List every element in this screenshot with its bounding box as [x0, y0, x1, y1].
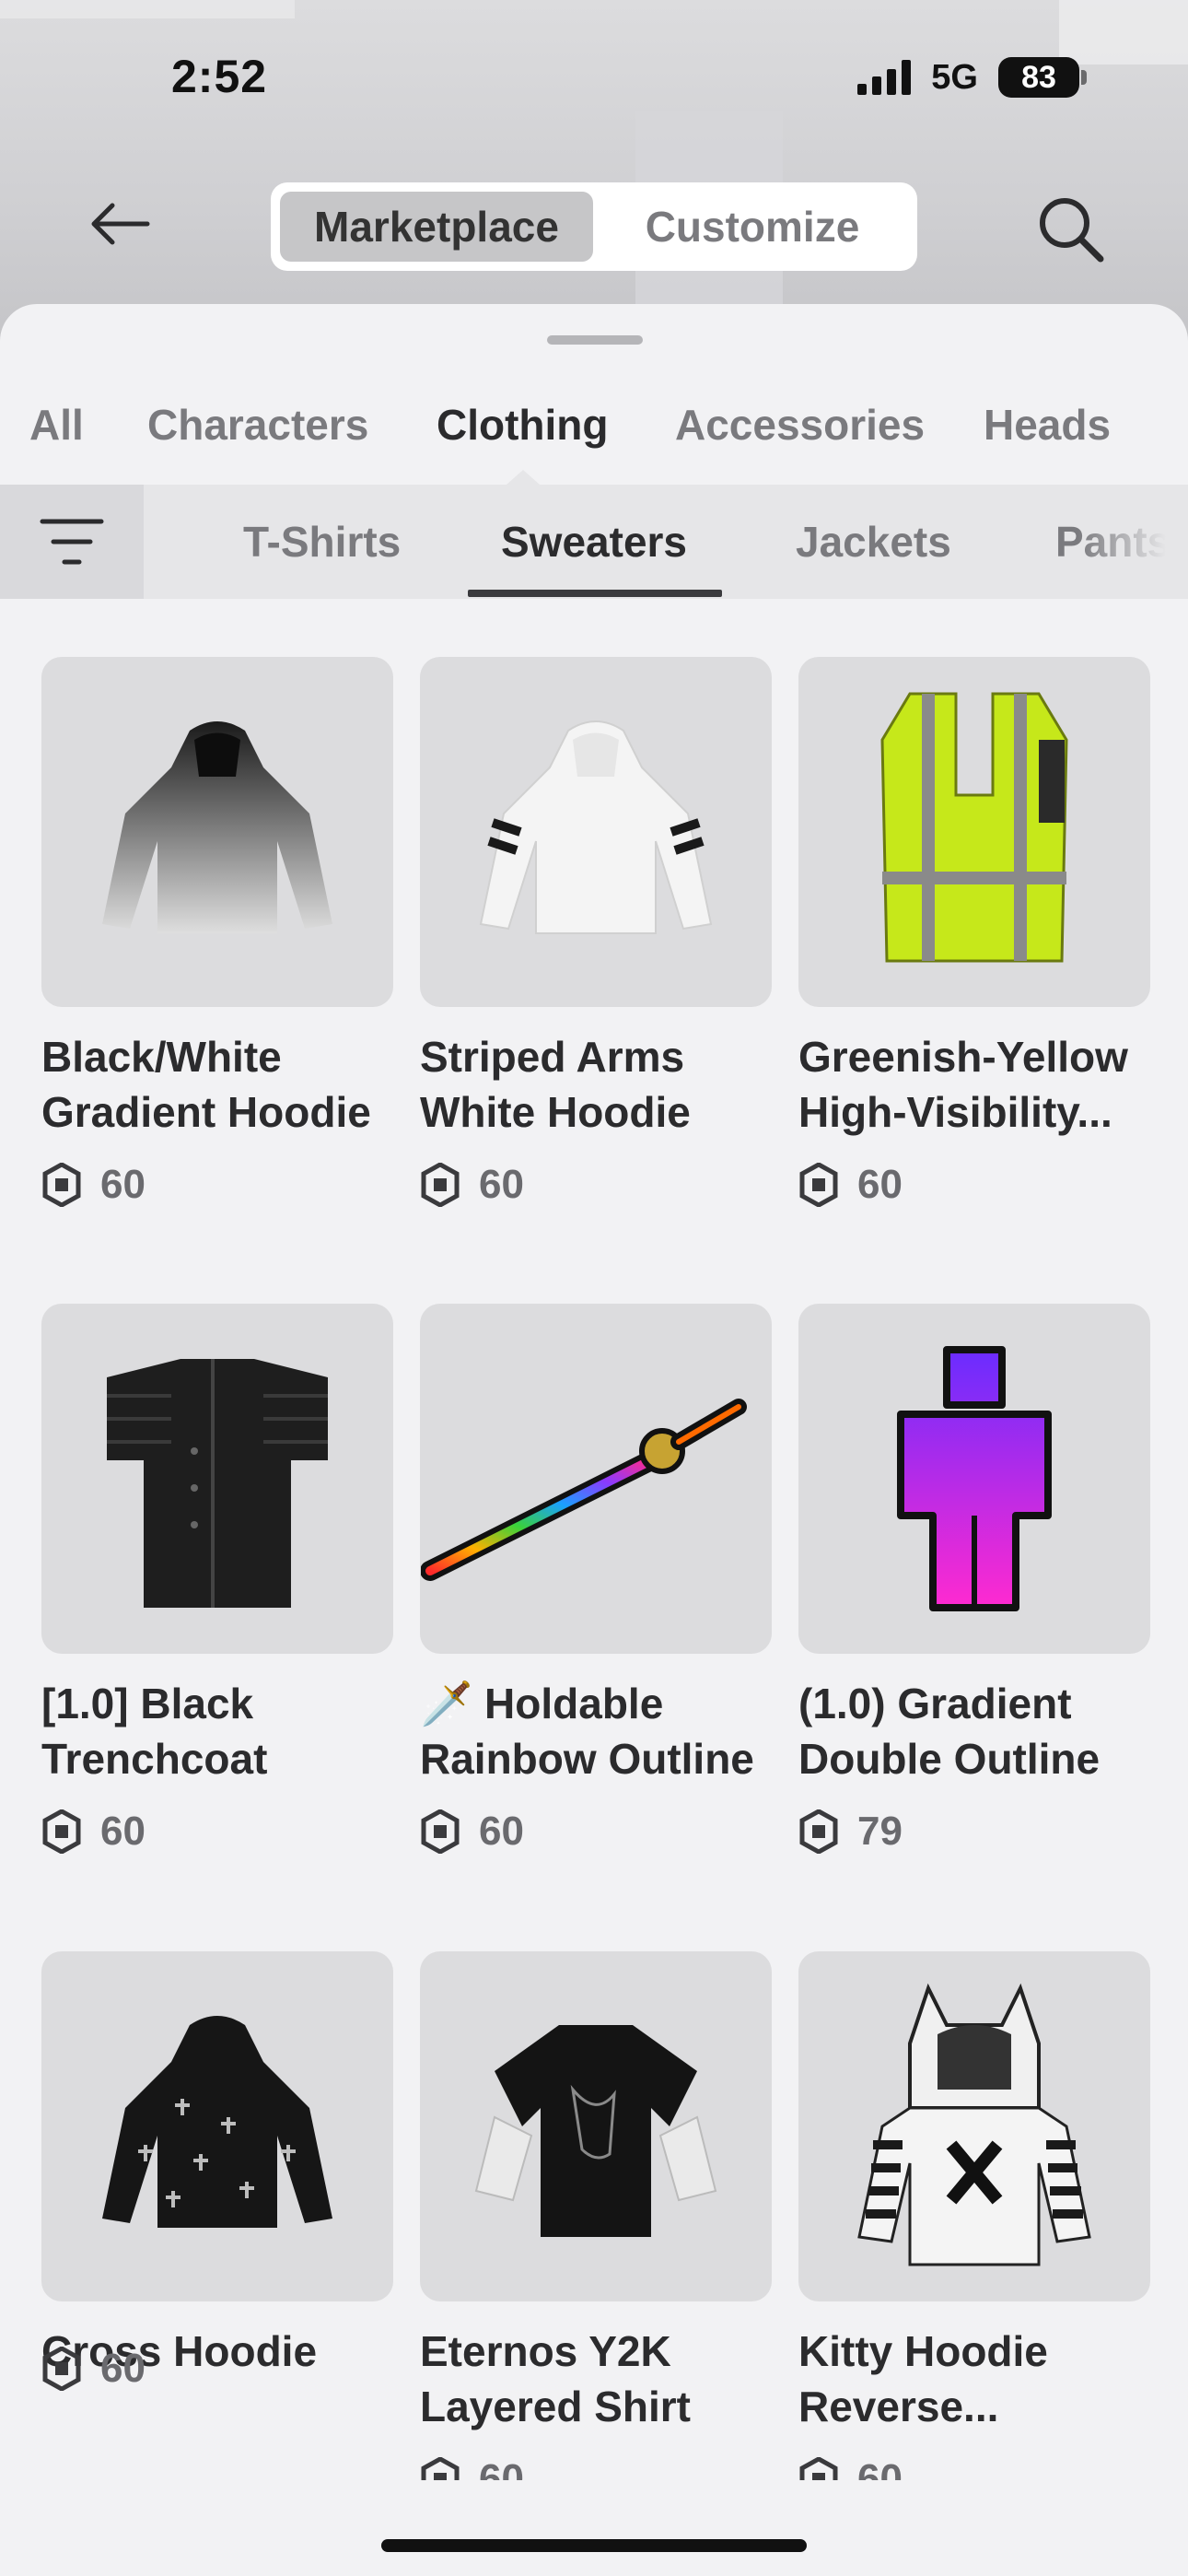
- backdrop-shape: [1059, 0, 1188, 64]
- tab-marketplace[interactable]: Marketplace: [280, 192, 593, 262]
- catalog-sheet: All Characters Clothing Accessories Head…: [0, 304, 1188, 2576]
- item-thumbnail: [420, 1951, 772, 2301]
- item-price: 60: [100, 1809, 146, 1854]
- item-thumbnail: [41, 1304, 393, 1654]
- item-name: Black/White Gradient Hoodie: [41, 1029, 393, 1140]
- network-type: 5G: [931, 57, 978, 97]
- status-indicators: 5G 83: [857, 57, 1087, 98]
- item-card[interactable]: Striped Arms White Hoodie 60: [420, 657, 772, 1208]
- item-name: Eternos Y2K Layered Shirt: [420, 2324, 772, 2434]
- gradient-figure-image: [897, 1346, 1052, 1611]
- cellular-signal-icon: [857, 60, 912, 95]
- item-price: 60: [857, 1162, 903, 1207]
- home-indicator[interactable]: [381, 2539, 807, 2552]
- item-thumbnail: [798, 657, 1150, 1007]
- item-thumbnail: [420, 1304, 772, 1654]
- item-name-line: Layered Shirt: [420, 2383, 691, 2430]
- item-name: Kitty Hoodie Reverse...: [798, 2324, 1150, 2434]
- item-name-line: Eternos Y2K: [420, 2327, 671, 2375]
- item-price-row: 60: [798, 1162, 1150, 1208]
- item-price-row: 60: [420, 1162, 772, 1208]
- item-card[interactable]: Eternos Y2K Layered Shirt 60: [420, 1951, 772, 2502]
- item-name-line: Double Outline: [798, 1735, 1101, 1783]
- item-grid: Black/White Gradient Hoodie 60 Striped Ar…: [0, 304, 1188, 2576]
- battery-level: 83: [1021, 59, 1056, 95]
- rainbow-sword-image: [421, 1399, 747, 1581]
- item-thumbnail: [41, 657, 393, 1007]
- kitty-hoodie-image: [857, 1983, 1091, 2266]
- robux-icon: [421, 1809, 460, 1854]
- cross-hoodie-image: [102, 2016, 332, 2228]
- item-price-row: 60: [41, 1809, 393, 1855]
- item-name-line: Kitty Hoodie: [798, 2327, 1048, 2375]
- avatar-backdrop: 2:52 5G 83 Marketplace Customize: [0, 0, 1188, 350]
- item-name-line: Striped Arms: [420, 1033, 685, 1081]
- item-price: 60: [479, 1162, 524, 1207]
- search-button[interactable]: [1030, 188, 1112, 271]
- robux-icon: [42, 1163, 81, 1207]
- robux-icon: [799, 1163, 838, 1207]
- tab-customize[interactable]: Customize: [597, 192, 908, 262]
- item-name: Striped Arms White Hoodie: [420, 1029, 772, 1140]
- item-thumbnail: [41, 1951, 393, 2301]
- vest-image: [880, 692, 1068, 963]
- layered-shirt-image: [474, 2025, 717, 2237]
- backdrop-shape: [0, 0, 295, 18]
- item-price: 60: [100, 1162, 146, 1207]
- item-thumbnail: [798, 1304, 1150, 1654]
- robux-icon: [42, 2347, 81, 2391]
- item-card[interactable]: Black/White Gradient Hoodie 60: [41, 657, 393, 1208]
- item-name: (1.0) Gradient Double Outline: [798, 1676, 1150, 1786]
- item-card[interactable]: 🗡️ Holdable Rainbow Outline 60: [420, 1304, 772, 1855]
- item-price: 60: [100, 2346, 146, 2391]
- item-price: 79: [857, 1809, 903, 1854]
- item-name-line: Greenish-Yellow: [798, 1033, 1128, 1081]
- item-name: Greenish-Yellow High-Visibility...: [798, 1029, 1150, 1140]
- trenchcoat-image: [107, 1359, 328, 1608]
- item-card[interactable]: [1.0] Black Trenchcoat 60: [41, 1304, 393, 1855]
- item-name-line: (1.0) Gradient: [798, 1680, 1072, 1727]
- robux-icon: [421, 1163, 460, 1207]
- item-name-line: [1.0] Black: [41, 1680, 254, 1727]
- item-name-line: High-Visibility...: [798, 1088, 1112, 1136]
- item-price-row: 60: [41, 1162, 393, 1208]
- back-button[interactable]: [77, 192, 160, 256]
- item-card[interactable]: (1.0) Gradient Double Outline 79: [798, 1304, 1150, 1855]
- item-thumbnail: [798, 1951, 1150, 2301]
- battery-icon: 83: [998, 57, 1087, 98]
- item-name: [1.0] Black Trenchcoat: [41, 1676, 393, 1786]
- item-name-line: Rainbow Outline: [420, 1735, 754, 1783]
- item-name-line: Reverse...: [798, 2383, 999, 2430]
- robux-icon: [799, 1809, 838, 1854]
- item-name-line: White Hoodie: [420, 1088, 691, 1136]
- item-card[interactable]: Kitty Hoodie Reverse... 60: [798, 1951, 1150, 2502]
- item-thumbnail: [420, 657, 772, 1007]
- item-price: 60: [479, 1809, 524, 1854]
- item-name-line: Black/White: [41, 1033, 282, 1081]
- marketplace-customize-toggle: Marketplace Customize: [271, 182, 917, 271]
- item-name: 🗡️ Holdable Rainbow Outline: [420, 1676, 772, 1786]
- item-price-row: 79: [798, 1809, 1150, 1855]
- search-icon: [1040, 198, 1104, 263]
- item-name-line: Trenchcoat: [41, 1735, 268, 1783]
- item-card[interactable]: Greenish-Yellow High-Visibility... 60: [798, 657, 1150, 1208]
- back-arrow-icon: [91, 203, 150, 245]
- robux-icon: [42, 1809, 81, 1854]
- bottom-safe-area: [0, 2480, 1188, 2576]
- item-card[interactable]: Cross Hoodie 60: [41, 1951, 393, 2392]
- hoodie-white-image: [479, 720, 713, 934]
- item-price-row: 60: [420, 1809, 772, 1855]
- hoodie-gradient-image: [102, 721, 332, 933]
- status-time: 2:52: [171, 51, 268, 102]
- item-name-line: Gradient Hoodie: [41, 1088, 371, 1136]
- item-name-line: 🗡️ Holdable: [420, 1680, 664, 1727]
